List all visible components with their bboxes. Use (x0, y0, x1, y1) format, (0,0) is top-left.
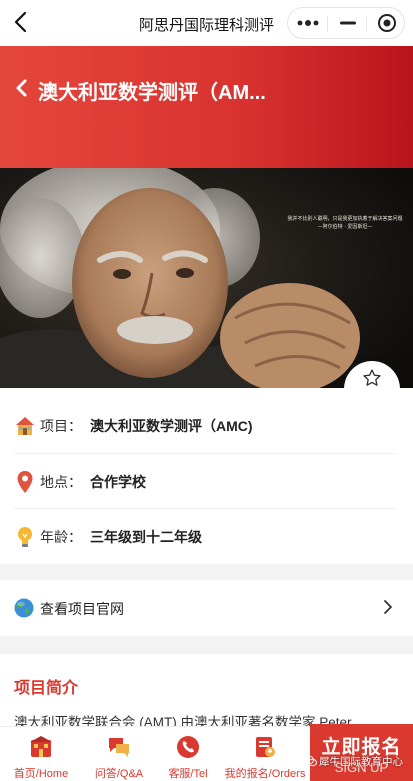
portrait-illustration: 我并不比别人聪明，只是我更加执着于解决答案问题 —阿尔伯特 · 爱因斯坦— (0, 168, 413, 388)
project-header: 澳大利亚数学测评（AM... (0, 46, 413, 168)
quote-line-1: 我并不比别人聪明，只是我更加执着于解决答案问题 (287, 215, 402, 222)
top-nav-bar: 阿思丹国际理科测评 (0, 0, 413, 46)
header-back-icon[interactable] (12, 76, 32, 100)
house-icon (14, 415, 36, 437)
globe-icon (14, 598, 34, 618)
tab-home[interactable]: 首页/Home (0, 727, 82, 781)
tab-orders[interactable]: 我的报名/Orders (220, 727, 310, 781)
orders-icon (256, 737, 275, 757)
minimize-icon[interactable] (328, 8, 367, 38)
info-row-project: 项目： 澳大利亚数学测评（AMC) (14, 398, 395, 453)
phone-icon (177, 736, 199, 758)
info-label: 项目： (40, 417, 82, 434)
info-row-location: 地点： 合作学校 (14, 454, 395, 509)
tab-qa[interactable]: 问答/Q&A (82, 727, 156, 781)
official-site-link[interactable]: 查看项目官网 (0, 580, 413, 636)
close-target-icon[interactable] (367, 8, 406, 38)
chat-bubbles-icon (109, 738, 129, 757)
home-icon (30, 736, 52, 757)
quote-line-2: —阿尔伯特 · 爱因斯坦— (318, 223, 373, 230)
official-site-label: 查看项目官网 (40, 601, 124, 617)
tab-label: 我的报名/Orders (224, 768, 306, 780)
intro-heading: 项目简介 (14, 680, 79, 697)
tab-label: 问答/Q&A (94, 768, 144, 780)
lightbulb-icon (14, 526, 36, 548)
tab-label: 首页/Home (13, 768, 69, 780)
info-row-age: 年龄： 三年级到十二年级 (14, 509, 395, 564)
capsule-menu (287, 7, 405, 39)
signup-button[interactable]: 立即报名 SIGN UP (310, 724, 413, 781)
more-icon[interactable] (288, 8, 327, 38)
info-value: 澳大利亚数学测评（AMC) (90, 417, 253, 434)
info-value: 合作学校 (90, 473, 146, 490)
location-pin-icon (14, 470, 36, 493)
star-outline-icon (363, 369, 381, 386)
wechat-icon (303, 755, 317, 767)
tab-tel[interactable]: 客服/Tel (156, 727, 220, 781)
project-info-card: 项目： 澳大利亚数学测评（AMC) 地点： 合作学校 年龄： 三年级到十二年级 (0, 388, 413, 564)
banner-photo: 我并不比别人聪明，只是我更加执着于解决答案问题 —阿尔伯特 · 爱因斯坦— (0, 168, 413, 388)
chevron-right-icon (384, 600, 392, 614)
watermark-text: 犀牛国际教育中心 (319, 756, 403, 768)
info-label: 地点： (40, 473, 82, 490)
tab-label: 客服/Tel (168, 768, 208, 780)
info-label: 年龄： (40, 528, 82, 545)
project-title: 澳大利亚数学测评（AM... (38, 82, 266, 104)
info-value: 三年级到十二年级 (90, 528, 202, 545)
